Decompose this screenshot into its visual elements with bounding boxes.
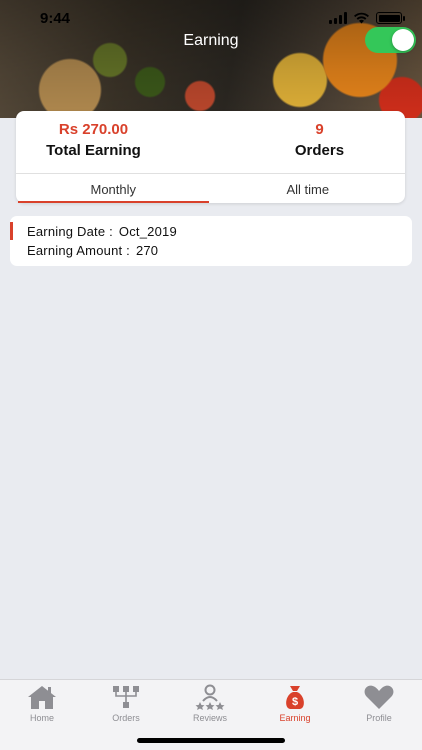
record-accent-bar	[10, 222, 13, 240]
orders-label: Orders	[294, 142, 345, 159]
status-icons	[329, 12, 405, 24]
tab-all-time[interactable]: All time	[211, 174, 406, 203]
period-tabs: Monthly All time	[16, 174, 405, 203]
tabbar-item-profile[interactable]: Profile	[344, 684, 414, 723]
tabbar-label-reviews: Reviews	[192, 713, 227, 723]
svg-text:$: $	[292, 696, 298, 708]
earning-date-label: Earning Date :	[27, 224, 113, 239]
home-indicator	[137, 738, 285, 743]
total-earning-value: Rs 270.00	[58, 121, 129, 138]
tabbar-item-earning[interactable]: $ Earning	[260, 684, 330, 723]
tabbar-item-orders[interactable]: Orders	[91, 684, 161, 723]
home-icon	[28, 686, 56, 709]
availability-toggle[interactable]	[365, 27, 416, 53]
total-earning-stat: Rs 270.00 Total Earning	[16, 121, 171, 159]
reviews-icon	[195, 684, 225, 710]
tabbar-label-home: Home	[29, 713, 54, 723]
tabbar-item-home[interactable]: Home	[7, 684, 77, 723]
battery-icon	[376, 12, 405, 24]
tabbar-label-earning: Earning	[279, 713, 311, 723]
tabbar-label-orders: Orders	[112, 713, 140, 723]
tab-monthly[interactable]: Monthly	[16, 174, 211, 203]
status-time: 9:44	[40, 10, 71, 27]
earning-date-row: Earning Date : Oct_2019	[27, 224, 177, 239]
earning-amount-label: Earning Amount :	[27, 243, 130, 258]
earning-summary-card: Rs 270.00 Total Earning 9 Orders Monthly…	[16, 111, 405, 203]
toggle-knob	[392, 29, 414, 51]
cellular-signal-icon	[329, 12, 347, 24]
earning-amount-row: Earning Amount : 270	[27, 243, 158, 258]
wifi-icon	[354, 12, 369, 24]
status-bar: 9:44	[0, 0, 422, 30]
page-title: Earning	[183, 32, 239, 49]
heart-icon	[364, 685, 394, 709]
tabbar-item-reviews[interactable]: Reviews	[175, 684, 245, 723]
money-bag-icon: $	[286, 686, 304, 709]
earning-date-value: Oct_2019	[118, 224, 177, 239]
earning-amount-value: 270	[135, 243, 159, 258]
orders-count-value: 9	[315, 121, 324, 138]
earning-record-card[interactable]: Earning Date : Oct_2019 Earning Amount : 2…	[10, 216, 412, 266]
orders-icon	[113, 686, 139, 708]
orders-stat: 9 Orders	[242, 121, 397, 159]
tabbar-label-profile: Profile	[366, 713, 392, 723]
total-earning-label: Total Earning	[46, 142, 141, 159]
